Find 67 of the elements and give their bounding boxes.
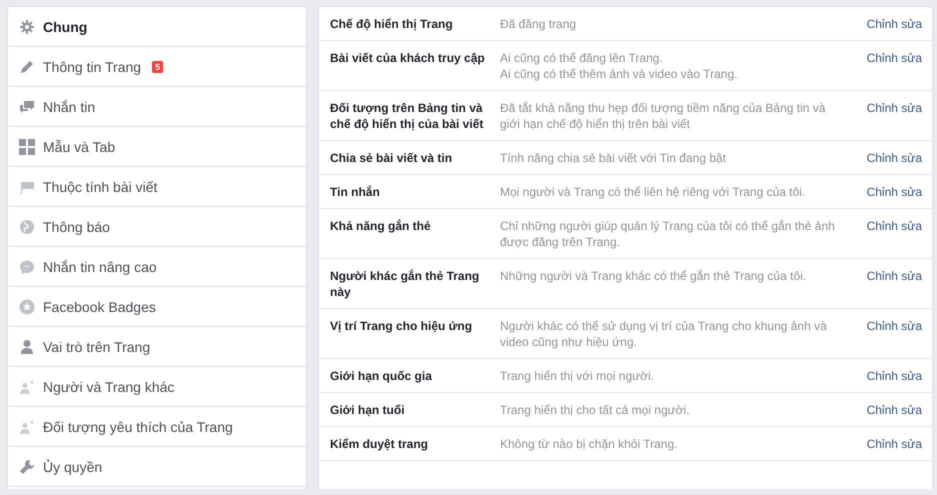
- setting-value: Trang hiển thị với mọi người.: [500, 368, 656, 384]
- edit-link[interactable]: Chỉnh sửa: [866, 268, 922, 284]
- count-badge: 5: [152, 60, 164, 72]
- globe-icon: [19, 218, 35, 234]
- setting-title: Bài viết của khách truy cập: [330, 50, 486, 67]
- setting-value: Tính năng chia sẻ bài viết với Tin đang bật: [500, 150, 728, 166]
- sidebar-label: Đối tượng yêu thích của Trang: [43, 418, 233, 434]
- edit-link[interactable]: Chỉnh sửa: [866, 218, 922, 234]
- pencil-icon: [19, 58, 35, 74]
- setting-title: Giới hạn quốc gia: [330, 368, 433, 384]
- sidebar-label: Mẫu và Tab: [43, 138, 116, 154]
- sidebar-label: Thông báo: [43, 218, 110, 234]
- person-icon: [19, 338, 35, 354]
- sidebar-item[interactable]: Chung: [8, 7, 306, 47]
- edit-link[interactable]: Chỉnh sửa: [866, 16, 922, 32]
- edit-link[interactable]: Chỉnh sửa: [866, 150, 922, 166]
- setting-value: Chỉ những người giúp quản lý Trang của tôi có thể gắn thẻ ảnh được đăng trên Trang.: [500, 218, 836, 250]
- sidebar-item[interactable]: Thuộc tính bài viết: [8, 167, 306, 207]
- setting-title: Chế độ hiển thị Trang: [330, 16, 454, 32]
- sidebar-label: Ủy quyền: [43, 458, 102, 474]
- edit-link[interactable]: Chỉnh sửa: [866, 100, 922, 116]
- sidebar-label: Nhắn tin nâng cao: [43, 258, 157, 274]
- sidebar-item[interactable]: Ủy quyền: [8, 447, 306, 487]
- sidebar-item[interactable]: Thông tin Trang 5: [8, 47, 306, 87]
- setting-title: Tin nhắn: [330, 184, 381, 200]
- sidebar-label: Vai trò trên Trang: [43, 338, 150, 354]
- setting-value: Đã đăng trang: [500, 16, 578, 32]
- setting-value: Không từ nào bị chặn khỏi Trang.: [500, 436, 678, 452]
- setting-value: Trang hiển thị cho tất cả mọi người.: [500, 402, 691, 418]
- setting-title: Kiểm duyệt trang: [330, 436, 430, 452]
- sidebar-item[interactable]: Nhắn tin nâng cao: [8, 247, 306, 287]
- sidebar-label: Nhắn tin: [43, 98, 96, 114]
- sidebar-label: Thông tin Trang: [43, 58, 142, 74]
- sidebar-label: Thuộc tính bài viết: [43, 178, 158, 194]
- sidebar-item[interactable]: Đối tượng yêu thích của Trang: [8, 407, 306, 447]
- person-star-icon: [19, 378, 35, 394]
- sidebar-label: Facebook Badges: [43, 298, 156, 314]
- chat-bubbles-icon: [19, 98, 35, 114]
- sidebar-item[interactable]: Mẫu và Tab: [8, 127, 306, 167]
- edit-link[interactable]: Chỉnh sửa: [866, 50, 922, 66]
- wrench-icon: [19, 458, 35, 474]
- sidebar-item[interactable]: Người và Trang khác: [8, 367, 306, 407]
- setting-value: Ai cũng có thể đăng lên Trang. Ai cũng có thể thêm ảnh và video vào Trang.: [500, 50, 738, 82]
- setting-title: Đối tượng trên Bảng tin và chế độ hiển thị của bài viết: [330, 100, 484, 132]
- sidebar-item[interactable]: Facebook Badges: [8, 287, 306, 327]
- edit-link[interactable]: Chỉnh sửa: [866, 368, 922, 384]
- setting-title: Khả năng gắn thẻ: [330, 218, 432, 235]
- setting-title: Người khác gắn thẻ Trang này: [330, 268, 480, 300]
- person-star-icon: [19, 418, 35, 434]
- sidebar-item[interactable]: Nhắn tin: [8, 87, 306, 127]
- grid-icon: [19, 138, 35, 154]
- sidebar-label: Người và Trang khác: [43, 378, 174, 394]
- setting-value: Những người và Trang khác có thể gắn thẻ Trang của tôi.: [500, 268, 808, 285]
- edit-link[interactable]: Chỉnh sửa: [866, 436, 922, 452]
- chat-bubble-icon: [19, 258, 35, 274]
- setting-value: Đã tắt khả năng thu hẹp đối tượng tiềm năng của Bảng tin và giới hạn chế độ hiển thị trên bài viết: [500, 100, 826, 132]
- setting-value: Người khác có thể sử dụng vị trí của Trang cho khung ảnh và video cũng như hiệu ứng.: [500, 318, 828, 350]
- setting-title: Chia sẻ bài viết và tin: [330, 150, 454, 166]
- setting-value: Mọi người và Trang có thể liên hệ riêng với Trang của tôi.: [500, 184, 806, 200]
- setting-title: Vị trí Trang cho hiệu ứng: [330, 318, 474, 335]
- setting-title: Giới hạn tuổi: [330, 402, 406, 418]
- sidebar-label: Chung: [43, 18, 88, 34]
- edit-link[interactable]: Chỉnh sửa: [866, 402, 922, 418]
- sidebar-item[interactable]: Thông báo: [8, 207, 306, 247]
- sidebar-item[interactable]: Vai trò trên Trang: [8, 327, 306, 367]
- edit-link[interactable]: Chỉnh sửa: [866, 184, 922, 200]
- edit-link[interactable]: Chỉnh sửa: [866, 318, 922, 334]
